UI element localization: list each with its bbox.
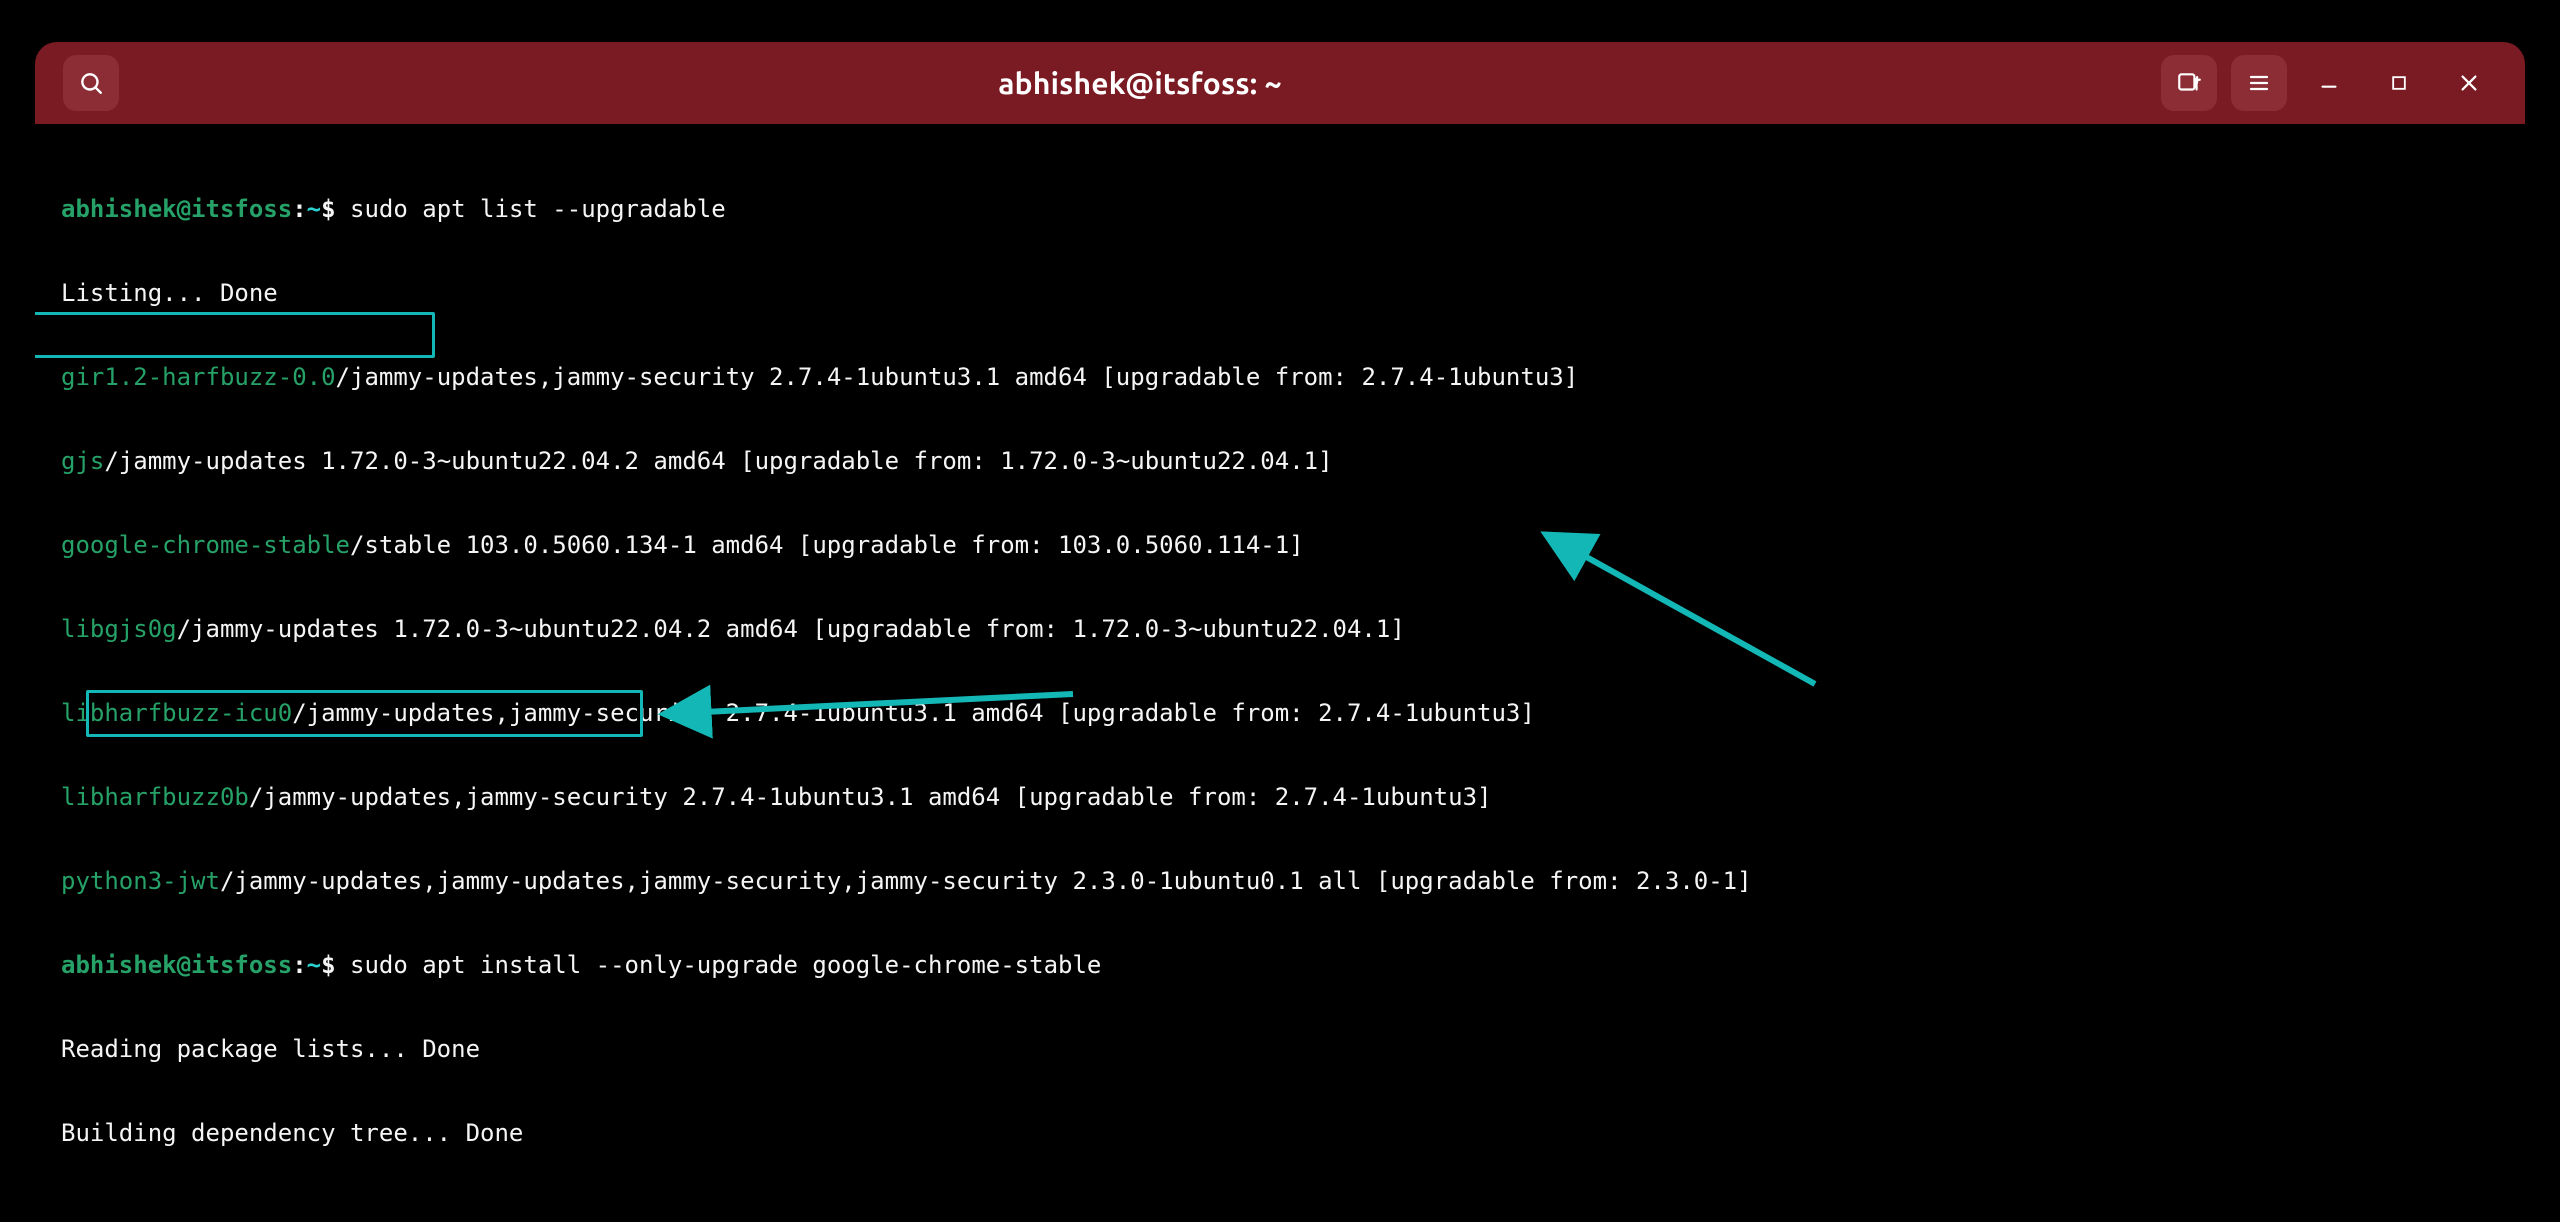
pkg-row: google-chrome-stable/stable 103.0.5060.1… [61,524,2499,566]
pkg-rest: /jammy-updates 1.72.0-3~ubuntu22.04.2 am… [104,447,1332,475]
minimize-button[interactable] [2301,55,2357,111]
titlebar-actions [2161,55,2497,111]
minimize-icon [2318,72,2340,94]
window-titlebar: abhishek@itsfoss: ~ [35,42,2525,124]
new-tab-icon [2176,70,2202,96]
pkg-name: gjs [61,447,104,475]
window-title: abhishek@itsfoss: ~ [137,66,2143,100]
pkg-row: gir1.2-harfbuzz-0.0/jammy-updates,jammy-… [61,356,2499,398]
pkg-rest: /jammy-updates,jammy-security 2.7.4-1ubu… [292,699,1535,727]
close-button[interactable] [2441,55,2497,111]
pkg-name: libharfbuzz-icu0 [61,699,292,727]
pkg-name: gir1.2-harfbuzz-0.0 [61,363,336,391]
pkg-name: libgjs0g [61,615,177,643]
pkg-row: libharfbuzz-icu0/jammy-updates,jammy-sec… [61,692,2499,734]
pkg-row: libgjs0g/jammy-updates 1.72.0-3~ubuntu22… [61,608,2499,650]
menu-button[interactable] [2231,55,2287,111]
terminal-window: abhishek@itsfoss: ~ [35,42,2525,1162]
pkg-row: libharfbuzz0b/jammy-updates,jammy-securi… [61,776,2499,818]
annotation-box-package [35,312,435,358]
prompt-line-2: abhishek@itsfoss:~$ sudo apt install --o… [61,944,2499,986]
pkg-rest: /stable 103.0.5060.134-1 amd64 [upgradab… [350,531,1304,559]
maximize-button[interactable] [2371,55,2427,111]
pkg-name: python3-jwt [61,867,220,895]
apt-output: Building dependency tree... Done [61,1112,2499,1154]
search-icon [78,70,104,96]
command-2: sudo apt install --only-upgrade google-c… [350,951,1101,979]
pkg-rest: /jammy-updates,jammy-security 2.7.4-1ubu… [336,363,1579,391]
maximize-icon [2389,73,2409,93]
prompt-user-host: abhishek@itsfoss [61,195,292,223]
search-button[interactable] [63,55,119,111]
pkg-row: python3-jwt/jammy-updates,jammy-updates,… [61,860,2499,902]
apt-output: Reading package lists... Done [61,1028,2499,1070]
hamburger-icon [2247,71,2271,95]
prompt-user-host: abhishek@itsfoss [61,951,292,979]
pkg-rest: /jammy-updates 1.72.0-3~ubuntu22.04.2 am… [177,615,1405,643]
prompt-path: ~ [307,195,321,223]
close-icon [2458,72,2480,94]
pkg-row: gjs/jammy-updates 1.72.0-3~ubuntu22.04.2… [61,440,2499,482]
command-1: sudo apt list --upgradable [350,195,726,223]
new-tab-button[interactable] [2161,55,2217,111]
pkg-name: libharfbuzz0b [61,783,249,811]
prompt-line-1: abhishek@itsfoss:~$ sudo apt list --upgr… [61,188,2499,230]
pkg-name: google-chrome-stable [61,531,350,559]
listing-header: Listing... Done [61,272,2499,314]
terminal-body[interactable]: abhishek@itsfoss:~$ sudo apt list --upgr… [35,124,2525,1162]
screenshot-stage: abhishek@itsfoss: ~ [0,0,2560,1222]
pkg-rest: /jammy-updates,jammy-security 2.7.4-1ubu… [249,783,1492,811]
pkg-rest: /jammy-updates,jammy-updates,jammy-secur… [220,867,1752,895]
prompt-path: ~ [307,951,321,979]
